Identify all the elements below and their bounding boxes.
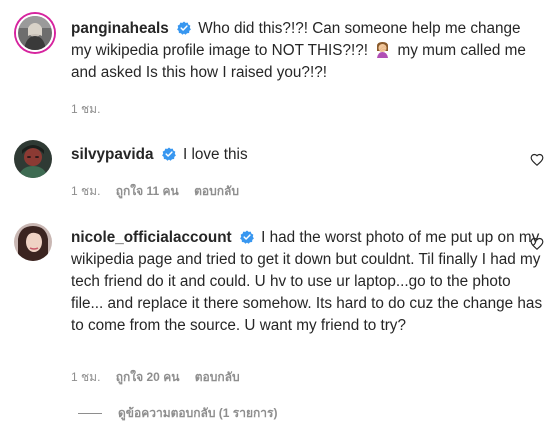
reply-button[interactable]: ตอบกลับ bbox=[195, 370, 240, 384]
verified-badge-icon bbox=[161, 147, 176, 161]
reply-button[interactable]: ตอบกลับ bbox=[194, 184, 239, 198]
comment-text: nicole_officialaccount I had the worst p… bbox=[71, 227, 544, 337]
comments-panel: panginaheals Who did this?!?! Can someon… bbox=[0, 0, 560, 433]
verified-badge-icon bbox=[177, 21, 191, 35]
likes-count[interactable]: ถูกใจ 20 คน bbox=[116, 370, 180, 384]
avatar-image bbox=[18, 16, 52, 50]
comment-time[interactable]: 1 ชม. bbox=[71, 102, 100, 116]
avatar-image bbox=[14, 140, 52, 178]
likes-count[interactable]: ถูกใจ 11 คน bbox=[116, 184, 179, 198]
view-replies-button[interactable]: ดูข้อความตอบกลับ (1 รายการ) bbox=[78, 404, 277, 423]
like-heart-icon[interactable] bbox=[530, 237, 544, 251]
avatar[interactable] bbox=[14, 223, 52, 261]
comment-text: silvypavida I love this bbox=[71, 144, 544, 166]
comment-username[interactable]: nicole_officialaccount bbox=[71, 229, 232, 246]
comment-meta: 1 ชม. bbox=[71, 100, 112, 119]
avatar-image bbox=[14, 223, 52, 261]
comment-time[interactable]: 1 ชม. bbox=[71, 184, 100, 198]
avatar[interactable] bbox=[14, 140, 52, 178]
comment-username[interactable]: silvypavida bbox=[71, 146, 153, 163]
comment-username[interactable]: panginaheals bbox=[71, 20, 169, 37]
replies-divider-line bbox=[78, 413, 102, 414]
like-heart-icon[interactable] bbox=[530, 153, 544, 167]
comment-meta: 1 ชม. ถูกใจ 20 คน ตอบกลับ bbox=[71, 368, 252, 387]
facepalm-woman-icon bbox=[377, 42, 389, 58]
verified-badge-icon bbox=[240, 230, 254, 244]
avatar[interactable] bbox=[16, 14, 54, 52]
comment-text: panginaheals Who did this?!?! Can someon… bbox=[71, 18, 544, 84]
comment-meta: 1 ชม. ถูกใจ 11 คน ตอบกลับ bbox=[71, 182, 251, 201]
comment-time[interactable]: 1 ชม. bbox=[71, 370, 100, 384]
comment-body: I love this bbox=[182, 146, 248, 163]
view-replies-label: ดูข้อความตอบกลับ (1 รายการ) bbox=[118, 406, 278, 420]
